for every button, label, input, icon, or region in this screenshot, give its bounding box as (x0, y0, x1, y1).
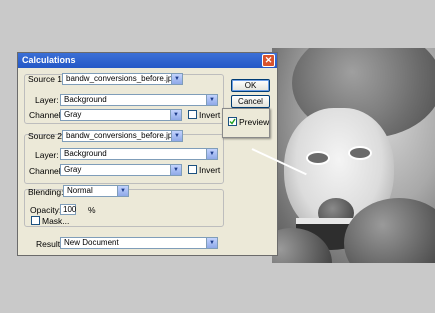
result-select[interactable]: New Document ▼ (60, 237, 218, 249)
preview-checkbox[interactable] (228, 117, 237, 126)
dialog-title: Calculations (22, 55, 76, 65)
source1-invert-checkbox[interactable] (188, 110, 197, 119)
photo-eye-left (306, 151, 330, 165)
source2-layer-select[interactable]: Background ▼ (60, 148, 218, 160)
source2-channel-select[interactable]: Gray ▼ (60, 164, 182, 176)
source1-channel-value: Gray (64, 110, 82, 119)
source1-invert-label: Invert (199, 110, 221, 120)
source2-invert-label: Invert (199, 165, 221, 175)
ok-button[interactable]: OK (231, 79, 270, 92)
opacity-label: Opacity: (30, 205, 62, 215)
source1-channel-label: Channel: (29, 110, 64, 120)
source2-channel-label: Channel: (29, 166, 64, 176)
opacity-input[interactable]: 100 (60, 204, 76, 215)
source1-layer-select[interactable]: Background ▼ (60, 94, 218, 106)
opacity-unit: % (88, 205, 96, 215)
result-label: Result: (36, 239, 63, 249)
preview-label: Preview (239, 117, 270, 127)
source2-layer-value: Background (64, 149, 107, 158)
source2-label: Source 2: (28, 131, 65, 141)
source2-file-select[interactable]: bandw_conversions_before.jpg ▼ (62, 130, 183, 142)
chevron-down-icon: ▼ (171, 74, 182, 84)
dialog-titlebar[interactable]: Calculations ✕ (18, 53, 277, 68)
source1-layer-label: Layer: (35, 95, 59, 105)
source2-invert-checkbox[interactable] (188, 165, 197, 174)
blending-label: Blending: (28, 187, 64, 197)
blending-select[interactable]: Normal ▼ (63, 185, 129, 197)
chevron-down-icon: ▼ (170, 110, 181, 120)
chevron-down-icon: ▼ (206, 149, 217, 159)
source1-layer-value: Background (64, 95, 107, 104)
source1-channel-select[interactable]: Gray ▼ (60, 109, 182, 121)
clown-photo (272, 48, 435, 263)
source2-file-value: bandw_conversions_before.jpg (66, 131, 177, 140)
source2-layer-label: Layer: (35, 150, 59, 160)
preview-callout: Preview (222, 108, 270, 138)
chevron-down-icon: ▼ (206, 238, 217, 248)
source1-label: Source 1: (28, 74, 65, 84)
mask-label: Mask... (42, 216, 70, 226)
source1-file-select[interactable]: bandw_conversions_before.jpg ▼ (62, 73, 183, 85)
result-value: New Document (64, 238, 119, 247)
checkmark-icon (229, 118, 236, 125)
blending-value: Normal (67, 186, 93, 195)
workspace-background: Calculations ✕ Source 1: bandw_conversio… (0, 0, 435, 313)
chevron-down-icon: ▼ (170, 165, 181, 175)
chevron-down-icon: ▼ (171, 131, 182, 141)
cancel-button[interactable]: Cancel (231, 95, 270, 108)
source1-file-value: bandw_conversions_before.jpg (66, 74, 177, 83)
chevron-down-icon: ▼ (206, 95, 217, 105)
source2-channel-value: Gray (64, 165, 82, 174)
mask-checkbox[interactable] (31, 216, 40, 225)
chevron-down-icon: ▼ (117, 186, 128, 196)
photo-eye-right (348, 146, 372, 160)
calculations-dialog: Calculations ✕ Source 1: bandw_conversio… (17, 52, 278, 256)
close-icon[interactable]: ✕ (262, 54, 275, 67)
